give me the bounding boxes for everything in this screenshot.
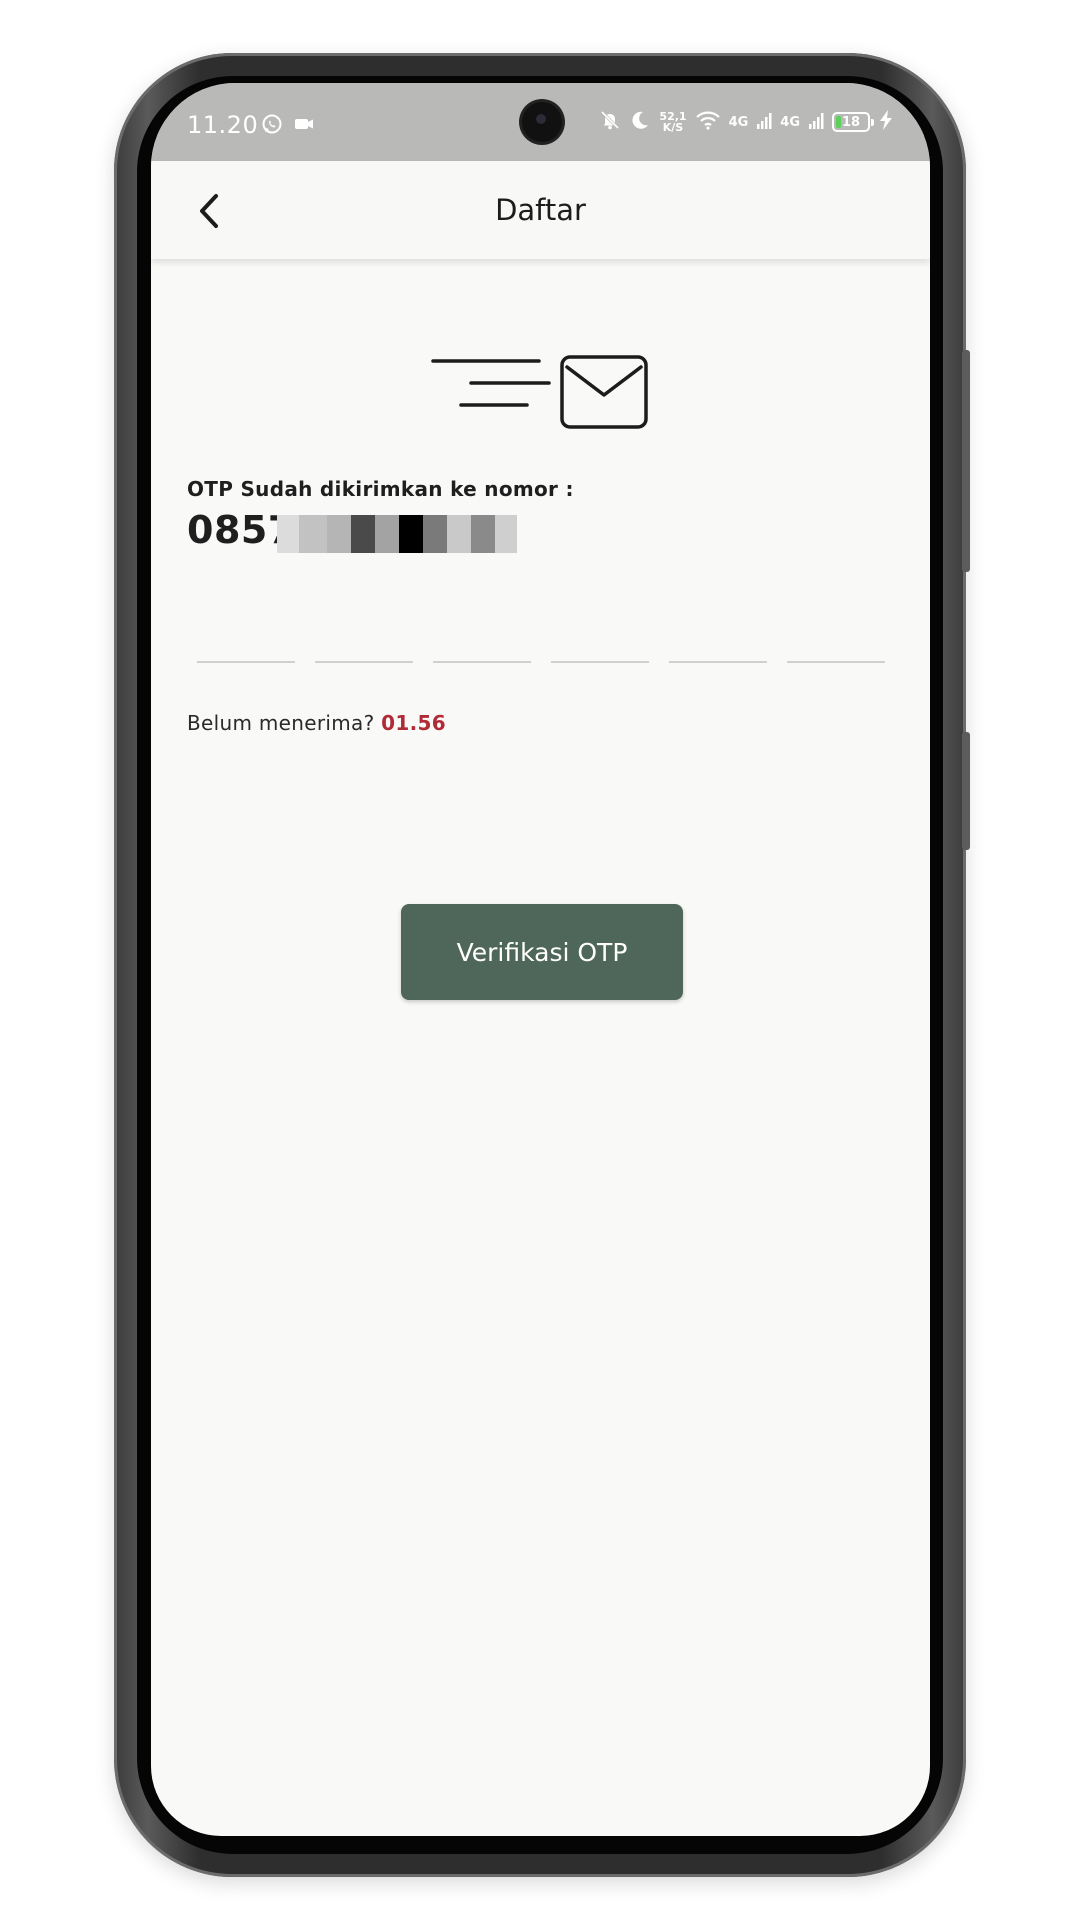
charging-bolt-icon xyxy=(878,109,894,135)
status-right-icons: 52,1 K/S 4G 4G 18 xyxy=(599,109,894,135)
wifi-icon xyxy=(695,109,721,135)
resend-prompt: Belum menerima? 01.56 xyxy=(187,711,446,735)
otp-digit-field[interactable] xyxy=(315,613,413,663)
signal-icon xyxy=(808,110,824,134)
power-button xyxy=(962,350,970,572)
redacted-phone-digits xyxy=(277,515,517,553)
status-left-icons xyxy=(261,113,315,139)
battery-fill xyxy=(836,116,841,128)
sending-mail-icon xyxy=(431,349,653,435)
whatsapp-icon xyxy=(261,113,283,139)
battery-icon: 18 xyxy=(832,112,874,132)
network-gen-1: 4G xyxy=(728,114,749,130)
network-speed-unit: K/S xyxy=(662,121,684,134)
otp-digit-field[interactable] xyxy=(551,613,649,663)
video-camera-icon xyxy=(293,113,315,139)
moon-icon xyxy=(629,109,651,135)
resend-timer: 01.56 xyxy=(381,711,446,735)
app-bar: Daftar xyxy=(151,161,930,259)
otp-digit-field[interactable] xyxy=(669,613,767,663)
page-title: Daftar xyxy=(495,193,586,227)
status-bar: 11.20 52,1 K/S 4G 4G 18 xyxy=(151,83,930,161)
battery-level: 18 xyxy=(841,114,861,130)
network-gen-2: 4G xyxy=(780,114,800,130)
verify-otp-button[interactable]: Verifikasi OTP xyxy=(401,904,683,1000)
volume-button xyxy=(962,732,970,850)
otp-input-row xyxy=(197,613,885,663)
muted-bell-icon xyxy=(599,109,621,135)
network-speed: 52,1 K/S xyxy=(659,111,686,133)
status-time: 11.20 xyxy=(187,111,259,139)
otp-sent-caption: OTP Sudah dikirimkan ke nomor : xyxy=(187,477,574,501)
otp-digit-field[interactable] xyxy=(433,613,531,663)
screen: 11.20 52,1 K/S 4G 4G 18 Daftar OTP Sudah… xyxy=(151,83,930,1836)
signal-icon xyxy=(756,110,772,134)
front-camera xyxy=(522,102,562,142)
resend-label: Belum menerima? xyxy=(187,711,375,735)
otp-digit-field[interactable] xyxy=(197,613,295,663)
otp-digit-field[interactable] xyxy=(787,613,885,663)
